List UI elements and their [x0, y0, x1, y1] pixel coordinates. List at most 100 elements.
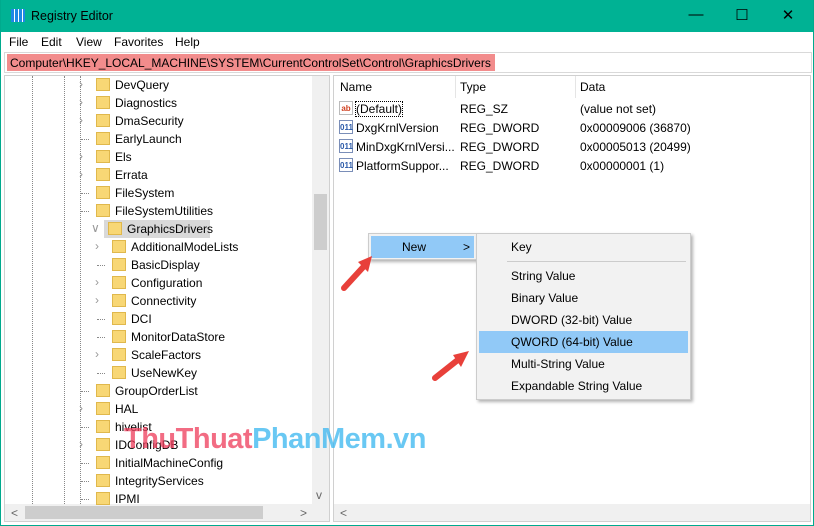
value-type: REG_SZ — [460, 102, 509, 116]
chevron-down-icon[interactable]: ∨ — [91, 221, 100, 235]
tree-item-label: FileSystem — [115, 186, 175, 200]
chevron-right-icon[interactable]: › — [95, 293, 99, 307]
submenu-item-label: Key — [511, 240, 532, 254]
value-name: PlatformSuppor... — [356, 159, 449, 173]
folder-icon — [96, 204, 110, 217]
chevron-right-icon[interactable]: › — [79, 95, 83, 109]
folder-icon — [112, 276, 126, 289]
value-name: DxgKrnlVersion — [356, 121, 439, 135]
submenu-item[interactable]: Multi-String Value — [479, 353, 688, 375]
maximize-button[interactable]: ☐ — [727, 6, 757, 24]
tree-item-label: UseNewKey — [131, 366, 198, 380]
value-data: 0x00000001 (1) — [580, 159, 665, 173]
tree-item-label: IPMI — [115, 492, 140, 506]
menu-edit[interactable]: Edit — [41, 35, 62, 49]
value-type: REG_DWORD — [460, 159, 540, 173]
submenu-item[interactable]: DWORD (32-bit) Value — [479, 309, 688, 331]
folder-icon — [112, 348, 126, 361]
value-row[interactable]: 011 PlatformSuppor... REG_DWORD 0x000000… — [334, 156, 810, 175]
folder-icon — [96, 168, 110, 181]
tree-item-label: DCI — [131, 312, 152, 326]
value-type: REG_DWORD — [460, 121, 540, 135]
tree-item-label: HAL — [115, 402, 139, 416]
submenu-item-label: Expandable String Value — [511, 379, 643, 393]
folder-icon — [96, 474, 110, 487]
new-submenu: Key String Value Binary Value DWORD (32-bit… — [476, 233, 691, 400]
value-type: REG_DWORD — [460, 140, 540, 154]
folder-icon — [96, 384, 110, 397]
tree-item-label: EarlyLaunch — [115, 132, 182, 146]
menu-favorites[interactable]: Favorites — [114, 35, 163, 49]
list-horizontal-scrollbar[interactable]: < — [334, 504, 810, 521]
tree-item-label: FileSystemUtilities — [115, 204, 214, 218]
scroll-left-icon[interactable]: < — [340, 506, 347, 520]
folder-icon — [96, 132, 110, 145]
chevron-right-icon[interactable]: › — [79, 113, 83, 127]
tree-item-label: GroupOrderList — [115, 384, 198, 398]
address-path[interactable]: Computer\HKEY_LOCAL_MACHINE\SYSTEM\Curre… — [7, 54, 495, 71]
submenu-arrow-icon: > — [463, 240, 471, 254]
tree-item[interactable]: ∨ GraphicsDrivers — [91, 220, 213, 238]
address-bar[interactable]: Computer\HKEY_LOCAL_MACHINE\SYSTEM\Curre… — [4, 52, 812, 73]
binary-value-icon: 011 — [339, 120, 353, 134]
submenu-item[interactable]: Binary Value — [479, 287, 688, 309]
tree-item-label: BasicDisplay — [131, 258, 200, 272]
submenu-item-label: QWORD (64-bit) Value — [511, 335, 633, 349]
tree-horizontal-scrollbar[interactable]: < > — [5, 504, 329, 521]
chevron-right-icon[interactable]: › — [79, 77, 83, 91]
registry-editor-window: Registry Editor — ☐ ✕ File Edit View Fav… — [1, 0, 813, 525]
close-button[interactable]: ✕ — [773, 6, 803, 24]
submenu-item-label: String Value — [511, 269, 576, 283]
menu-separator — [507, 261, 686, 262]
minimize-button[interactable]: — — [681, 6, 711, 23]
title-bar: Registry Editor — ☐ ✕ — [1, 0, 813, 32]
chevron-right-icon[interactable]: › — [79, 401, 83, 415]
red-arrow-icon — [432, 351, 469, 381]
folder-icon — [96, 150, 110, 163]
chevron-right-icon[interactable]: › — [79, 437, 83, 451]
submenu-item-label: Binary Value — [511, 291, 579, 305]
scroll-left-icon[interactable]: < — [11, 506, 18, 520]
chevron-right-icon[interactable]: › — [95, 239, 99, 253]
folder-icon — [96, 96, 110, 109]
value-data: 0x00005013 (20499) — [580, 140, 691, 154]
chevron-right-icon[interactable]: › — [79, 149, 83, 163]
watermark: ThuThuatPhanMem.vn — [124, 423, 426, 455]
value-row[interactable]: 011 DxgKrnlVersion REG_DWORD 0x00009006 … — [334, 118, 810, 137]
submenu-item[interactable]: Expandable String Value — [479, 375, 688, 397]
folder-icon — [112, 294, 126, 307]
column-data[interactable]: Data — [580, 80, 605, 94]
menu-item-new[interactable]: New > — [371, 236, 474, 258]
submenu-item[interactable]: Key — [479, 236, 688, 258]
chevron-right-icon[interactable]: › — [79, 167, 83, 181]
scroll-right-icon[interactable]: > — [300, 506, 307, 520]
tree-item-label: GraphicsDrivers — [127, 222, 214, 236]
hscroll-thumb[interactable] — [25, 506, 263, 519]
submenu-item[interactable]: String Value — [479, 265, 688, 287]
registry-app-icon — [11, 9, 25, 22]
chevron-right-icon[interactable]: › — [95, 347, 99, 361]
submenu-item-label: DWORD (32-bit) Value — [511, 313, 633, 327]
folder-icon — [108, 222, 122, 235]
column-name[interactable]: Name — [340, 80, 372, 94]
chevron-right-icon[interactable]: › — [95, 275, 99, 289]
scroll-thumb[interactable] — [314, 194, 327, 250]
folder-icon — [112, 330, 126, 343]
folder-icon — [112, 312, 126, 325]
scroll-down-icon[interactable]: v — [316, 488, 322, 502]
folder-icon — [96, 114, 110, 127]
column-type[interactable]: Type — [460, 80, 486, 94]
value-row[interactable]: 011 MinDxgKrnlVersi... REG_DWORD 0x00005… — [334, 137, 810, 156]
submenu-item[interactable]: QWORD (64-bit) Value — [479, 331, 688, 353]
menu-help[interactable]: Help — [175, 35, 200, 49]
folder-icon — [112, 258, 126, 271]
value-name: (Default) — [354, 101, 404, 117]
folder-icon — [96, 456, 110, 469]
new-label: New — [402, 240, 427, 254]
tree-item-label: InitialMachineConfig — [115, 456, 224, 470]
window-title: Registry Editor — [31, 9, 113, 23]
menu-bar: File Edit View Favorites Help — [1, 33, 813, 51]
value-row[interactable]: ab (Default) REG_SZ (value not set) — [334, 99, 810, 118]
menu-file[interactable]: File — [9, 35, 28, 49]
menu-view[interactable]: View — [76, 35, 102, 49]
